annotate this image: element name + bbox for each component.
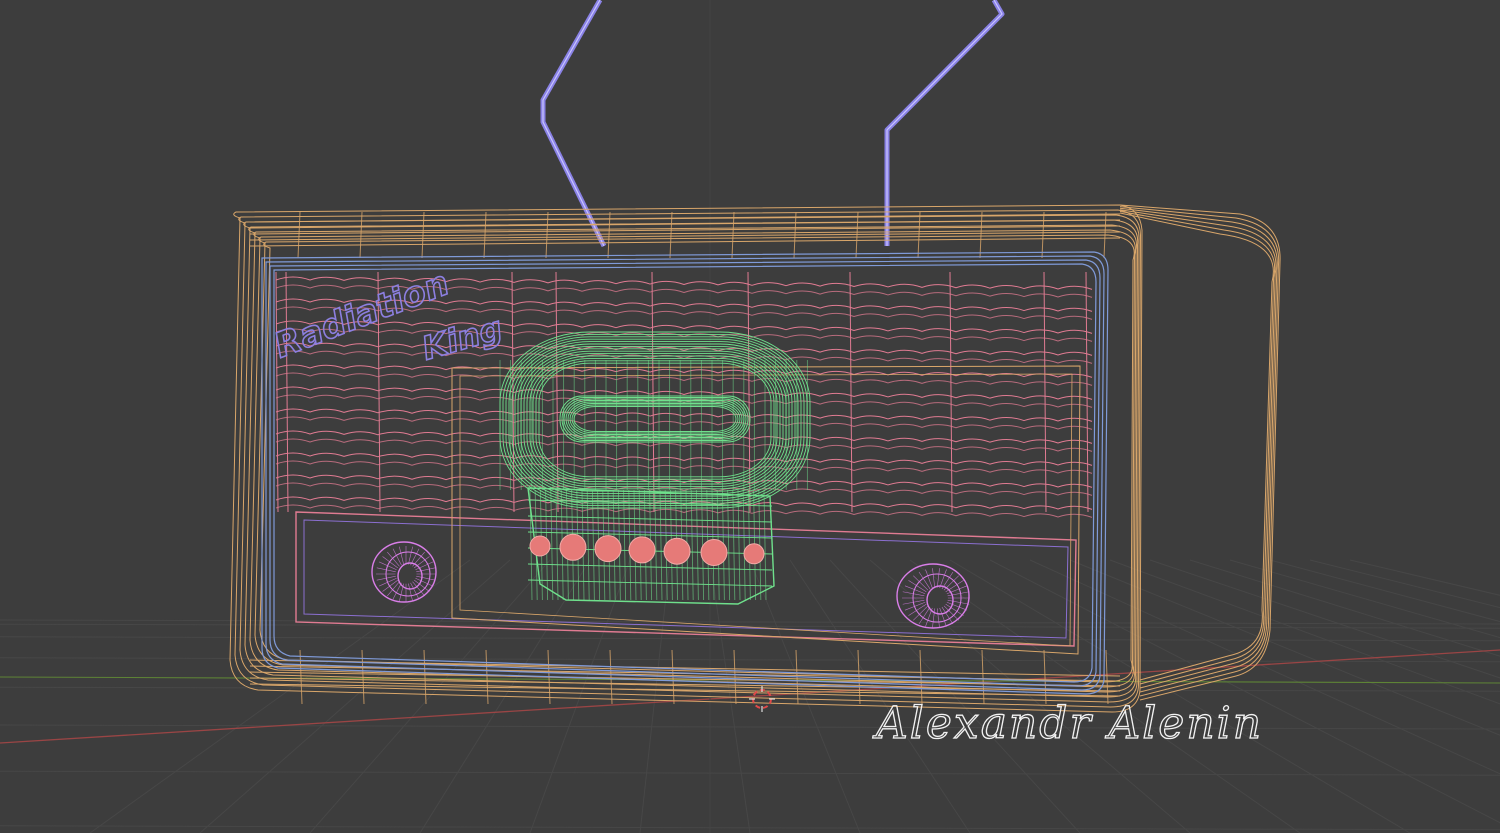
- volume-knob[interactable]: [371, 541, 437, 603]
- 3d-viewport[interactable]: Radiation King Alexandr Alenin: [0, 0, 1500, 833]
- tuning-panel[interactable]: [295, 365, 1081, 655]
- tuning-dial[interactable]: [499, 331, 811, 605]
- antenna-right[interactable]: [884, 0, 1005, 246]
- tuning-knob[interactable]: [896, 563, 970, 629]
- wireframe-scene[interactable]: Radiation King Alexandr Alenin: [0, 0, 1500, 833]
- preset-button[interactable]: [663, 537, 691, 565]
- author-signature: Alexandr Alenin: [872, 698, 1263, 749]
- 3d-cursor-icon[interactable]: [749, 686, 775, 712]
- preset-button[interactable]: [529, 535, 551, 557]
- x-axis-line: [0, 649, 1500, 744]
- preset-button[interactable]: [743, 543, 765, 565]
- preset-button[interactable]: [594, 535, 622, 563]
- preset-button[interactable]: [700, 539, 728, 566]
- preset-button[interactable]: [628, 536, 656, 564]
- brand-text-king: King: [418, 309, 507, 368]
- preset-button[interactable]: [559, 533, 587, 561]
